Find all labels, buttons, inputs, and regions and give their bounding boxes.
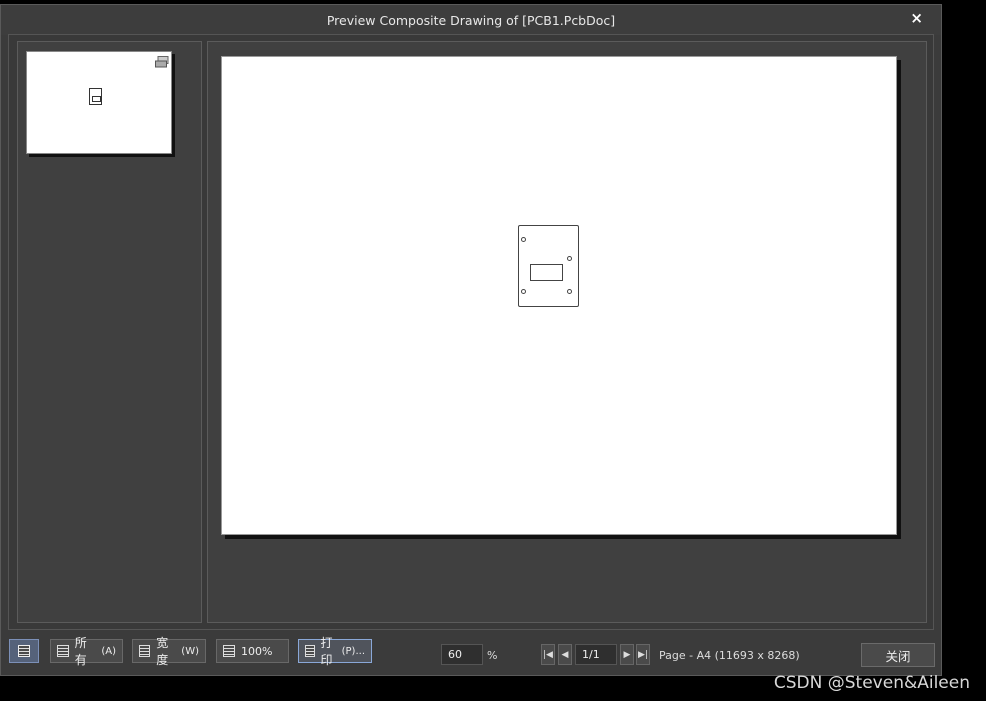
zoom-input[interactable]: 60 — [441, 644, 483, 665]
close-icon[interactable]: × — [910, 9, 923, 27]
fit-width-button[interactable]: 宽度 (W) — [132, 636, 206, 667]
print-shortcut: (P)... — [341, 645, 365, 657]
width-icon — [139, 645, 151, 657]
page-icon — [223, 645, 235, 657]
fit-all-label: 所有 — [74, 636, 87, 667]
thumbnail-toggle-button[interactable] — [9, 639, 39, 663]
prev-page-button[interactable]: ◀ — [558, 644, 572, 665]
printer-icon — [155, 56, 169, 68]
page-size-info: Page - A4 (11693 x 8268) — [659, 649, 800, 662]
zoom-unit: % — [487, 649, 498, 662]
window-title: Preview Composite Drawing of [PCB1.PcbDo… — [326, 13, 616, 28]
last-page-button[interactable]: ▶| — [636, 644, 650, 665]
panel-icon — [18, 645, 30, 657]
title-bar[interactable]: Preview Composite Drawing of [PCB1.PcbDo… — [1, 5, 941, 35]
preview-page[interactable] — [221, 56, 897, 535]
thumbnail-board — [89, 88, 102, 105]
board-cutout — [530, 264, 563, 281]
fit-width-label: 宽度 — [156, 636, 169, 667]
zoom-100-button[interactable]: 100% — [216, 639, 289, 663]
print-button[interactable]: 打印 (P)... — [298, 636, 372, 667]
page-number-field[interactable]: 1/1 — [575, 644, 617, 665]
page-icon — [57, 645, 69, 657]
next-page-button[interactable]: ▶ — [620, 644, 634, 665]
fit-width-shortcut: (W) — [181, 645, 199, 657]
fit-all-button[interactable]: 所有 (A) — [50, 636, 123, 667]
pcb-board-outline — [518, 225, 579, 307]
mounting-hole — [521, 237, 526, 242]
zoom-100-label: 100% — [241, 644, 273, 658]
watermark: CSDN @Steven&Aileen — [773, 673, 970, 693]
fit-all-shortcut: (A) — [101, 645, 116, 657]
mounting-hole — [521, 289, 526, 294]
print-label: 打印 — [320, 636, 333, 667]
thumbnail-page[interactable] — [26, 51, 172, 154]
mounting-hole — [567, 289, 572, 294]
printer-icon — [305, 645, 315, 657]
close-button[interactable]: 关闭 — [861, 643, 935, 667]
mounting-hole — [567, 256, 572, 261]
first-page-button[interactable]: |◀ — [541, 644, 555, 665]
